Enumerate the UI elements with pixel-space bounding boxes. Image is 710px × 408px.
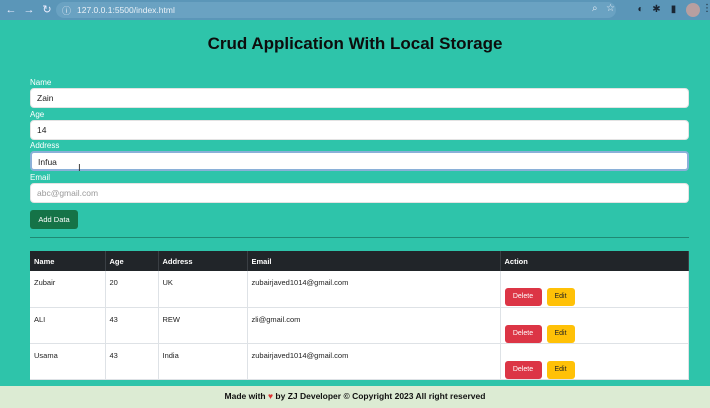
name-label: Name (30, 78, 52, 87)
age-label: Age (30, 110, 45, 119)
header-address: Address (158, 251, 248, 271)
address-label: Address (30, 141, 60, 150)
edit-button[interactable]: Edit (546, 360, 575, 379)
header-age: Age (105, 251, 159, 271)
footer-made-with: Made with (224, 391, 266, 401)
cell-action: Delete Edit (500, 343, 689, 380)
cell-name: Zubair (30, 271, 106, 308)
address-bar[interactable]: ⓘ 127.0.0.1:5500/index.html ⌕ ☆ (56, 2, 616, 18)
table-row: Zubair 20 UK zubairjaved1014@gmail.com D… (30, 271, 689, 308)
cell-address: UK (158, 271, 248, 308)
age-field[interactable]: 14 (30, 120, 689, 140)
header-email: Email (247, 251, 501, 271)
bookmark-star-icon[interactable]: ☆ (606, 3, 615, 14)
table-row: ALI 43 REW zli@gmail.com Delete Edit (30, 307, 689, 344)
avatar[interactable] (686, 3, 700, 17)
url-text: 127.0.0.1:5500/index.html (77, 5, 175, 15)
address-field[interactable]: Infua (30, 151, 689, 171)
edit-button[interactable]: Edit (546, 288, 575, 306)
puzzle-icon[interactable]: ✱ (650, 3, 663, 16)
edit-button[interactable]: Edit (546, 324, 575, 343)
cell-email: zubairjaved1014@gmail.com (247, 343, 501, 380)
records-table: Name Age Address Email Action Zubair 20 … (30, 251, 689, 380)
table-header-row: Name Age Address Email Action (30, 251, 689, 271)
reload-icon[interactable]: ↻ (40, 3, 54, 17)
back-icon[interactable]: ← (4, 3, 18, 17)
menu-dots-icon[interactable]: ⋮ (702, 3, 710, 14)
cell-age: 20 (105, 271, 159, 308)
cell-age: 43 (105, 307, 159, 344)
add-data-button[interactable]: Add Data (30, 210, 78, 229)
forward-icon[interactable]: → (22, 3, 36, 17)
email-label: Email (30, 173, 51, 182)
delete-button[interactable]: Delete (504, 360, 542, 379)
info-icon[interactable]: ⓘ (62, 4, 71, 17)
delete-button[interactable]: Delete (504, 288, 542, 306)
header-action: Action (500, 251, 689, 271)
page-title: Crud Application With Local Storage (207, 34, 503, 53)
sidebar-icon[interactable]: ▮ (667, 3, 680, 16)
name-field[interactable]: Zain (30, 88, 689, 108)
cell-action: Delete Edit (500, 271, 689, 308)
cell-address: REW (158, 307, 248, 344)
cell-name: Usama (30, 343, 106, 380)
cell-age: 43 (105, 343, 159, 380)
cell-address: India (158, 343, 248, 380)
cell-email: zli@gmail.com (247, 307, 501, 344)
email-field[interactable]: abc@gmail.com (30, 183, 689, 203)
divider (30, 237, 689, 238)
text-cursor-icon: I (78, 163, 81, 174)
heart-icon: ♥ (268, 391, 274, 401)
cell-name: ALI (30, 307, 106, 344)
cell-email: zubairjaved1014@gmail.com (247, 271, 501, 308)
zoom-icon[interactable]: ⌕ (592, 3, 598, 14)
extension-icon[interactable]: ◐ (634, 3, 647, 16)
delete-button[interactable]: Delete (504, 324, 542, 343)
footer-copyright: © Copyright 2023 All right reserved (343, 391, 486, 401)
footer-developer: by ZJ Developer (275, 391, 342, 401)
header-name: Name (30, 251, 106, 271)
footer: Made with ♥ by ZJ Developer © Copyright … (0, 386, 710, 408)
table-row: Usama 43 India zubairjaved1014@gmail.com… (30, 343, 689, 380)
cell-action: Delete Edit (500, 307, 689, 344)
